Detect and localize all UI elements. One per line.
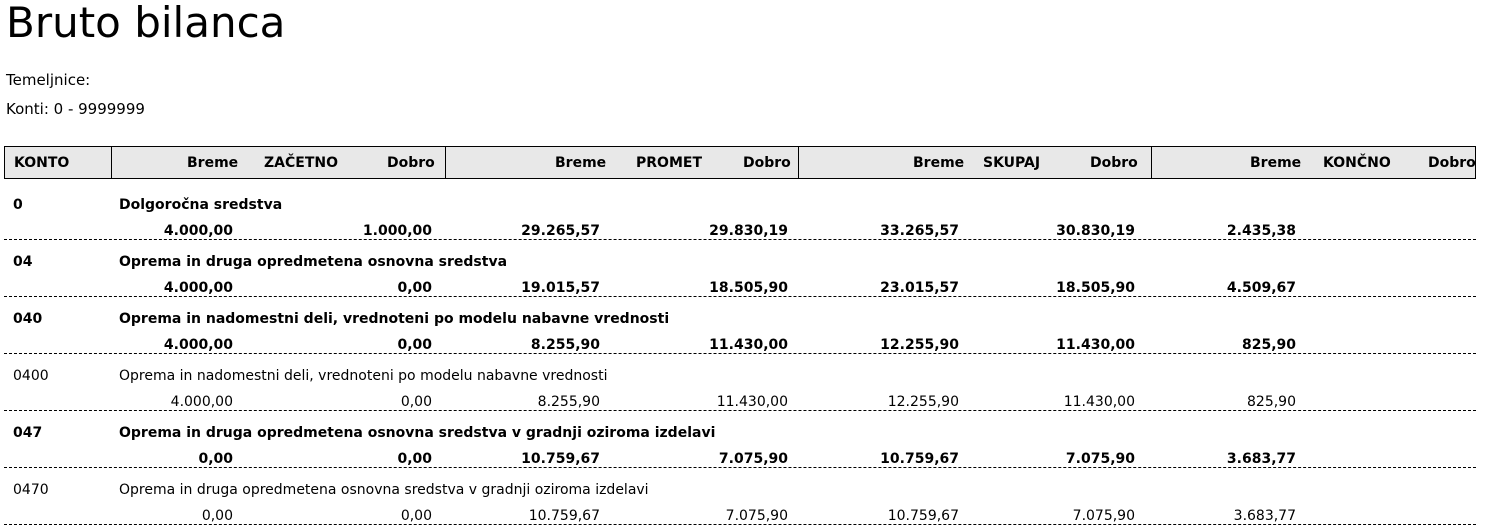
row-skupaj-dobro: 18.505,90 <box>1056 280 1135 296</box>
row-koncno-breme: 3.683,77 <box>1233 508 1296 524</box>
header-zacetno-dobro: Dobro <box>387 155 435 171</box>
row-konto: 0 <box>13 197 23 213</box>
row-konto: 0400 <box>13 368 49 384</box>
row-promet-dobro: 7.075,90 <box>718 451 788 467</box>
row-konto: 0470 <box>13 482 49 498</box>
row-zacetno-dobro: 0,00 <box>400 508 432 524</box>
row-skupaj-dobro: 11.430,00 <box>1063 394 1135 410</box>
table-header: KONTO Breme ZAČETNO Dobro Breme PROMET D… <box>4 146 1476 179</box>
row-zacetno-breme: 0,00 <box>201 508 233 524</box>
header-skupaj-dobro: Dobro <box>1090 155 1138 171</box>
header-konto-cell: KONTO <box>5 147 111 178</box>
row-skupaj-breme: 12.255,90 <box>887 394 959 410</box>
header-skupaj-breme: Breme <box>913 155 965 171</box>
row-promet-breme: 19.015,57 <box>521 280 600 296</box>
row-naziv: Oprema in druga opredmetena osnovna sred… <box>119 425 716 441</box>
row-koncno-breme: 825,90 <box>1241 337 1296 353</box>
row-zacetno-dobro: 0,00 <box>397 337 432 353</box>
row-promet-dobro: 11.430,00 <box>716 394 788 410</box>
row-zacetno-breme: 4.000,00 <box>170 394 233 410</box>
row-naziv: Oprema in druga opredmetena osnovna sred… <box>119 482 649 498</box>
page-title: Bruto bilanca <box>6 0 286 47</box>
table-row: 04 Oprema in druga opredmetena osnovna sr… <box>4 240 1476 297</box>
row-konto: 040 <box>13 311 43 327</box>
row-koncno-breme: 825,90 <box>1247 394 1296 410</box>
row-skupaj-dobro: 7.075,90 <box>1072 508 1135 524</box>
header-koncno-dobro: Dobro <box>1428 155 1476 171</box>
table-row: 0 Dolgoročna sredstva 4.000,00 1.000,00 29.2… <box>4 183 1476 240</box>
row-naziv: Dolgoročna sredstva <box>119 197 283 213</box>
header-zacetno-label: ZAČETNO <box>264 155 338 171</box>
row-zacetno-dobro: 0,00 <box>397 451 432 467</box>
row-zacetno-breme: 4.000,00 <box>163 337 233 353</box>
row-promet-dobro: 7.075,90 <box>725 508 788 524</box>
header-koncno-breme: Breme <box>1250 155 1302 171</box>
header-promet-breme: Breme <box>555 155 607 171</box>
row-naziv: Oprema in nadomestni deli, vrednoteni po… <box>119 311 670 327</box>
row-skupaj-breme: 33.265,57 <box>880 223 959 239</box>
row-skupaj-dobro: 7.075,90 <box>1065 451 1135 467</box>
row-promet-dobro: 18.505,90 <box>709 280 788 296</box>
table-row: 0470 Oprema in druga opredmetena osnovna … <box>4 468 1476 525</box>
row-zacetno-dobro: 0,00 <box>400 394 432 410</box>
header-konto: KONTO <box>14 155 70 171</box>
row-zacetno-dobro: 1.000,00 <box>362 223 432 239</box>
header-koncno-label: KONČNO <box>1323 155 1391 171</box>
row-skupaj-breme: 10.759,67 <box>880 451 959 467</box>
row-zacetno-breme: 4.000,00 <box>163 280 233 296</box>
row-naziv: Oprema in druga opredmetena osnovna sred… <box>119 254 508 270</box>
temeljnice-label: Temeljnice: <box>6 71 91 89</box>
header-koncno-cell: Breme KONČNO Dobro <box>1151 147 1477 178</box>
row-konto: 047 <box>13 425 43 441</box>
row-zacetno-breme: 0,00 <box>198 451 233 467</box>
table-row: 0400 Oprema in nadomestni deli, vrednoten… <box>4 354 1476 411</box>
row-promet-breme: 29.265,57 <box>521 223 600 239</box>
row-skupaj-breme: 12.255,90 <box>880 337 959 353</box>
row-skupaj-breme: 23.015,57 <box>880 280 959 296</box>
row-skupaj-dobro: 30.830,19 <box>1056 223 1135 239</box>
header-skupaj-cell: Breme SKUPAJ Dobro <box>798 147 1151 178</box>
row-koncno-breme: 4.509,67 <box>1226 280 1296 296</box>
row-promet-dobro: 11.430,00 <box>709 337 788 353</box>
table-row: 040 Oprema in nadomestni deli, vrednoteni… <box>4 297 1476 354</box>
header-promet-cell: Breme PROMET Dobro <box>445 147 798 178</box>
row-promet-breme: 8.255,90 <box>537 394 600 410</box>
header-promet-label: PROMET <box>636 155 702 171</box>
table-row: 047 Oprema in druga opredmetena osnovna s… <box>4 411 1476 468</box>
row-promet-breme: 8.255,90 <box>530 337 600 353</box>
row-koncno-breme: 2.435,38 <box>1226 223 1296 239</box>
header-promet-dobro: Dobro <box>743 155 791 171</box>
konti-range: Konti: 0 - 9999999 <box>6 100 145 118</box>
row-skupaj-dobro: 11.430,00 <box>1056 337 1135 353</box>
row-konto: 04 <box>13 254 33 270</box>
row-koncno-breme: 3.683,77 <box>1226 451 1296 467</box>
header-zacetno-cell: Breme ZAČETNO Dobro <box>111 147 445 178</box>
row-zacetno-breme: 4.000,00 <box>163 223 233 239</box>
row-promet-breme: 10.759,67 <box>528 508 600 524</box>
row-promet-breme: 10.759,67 <box>521 451 600 467</box>
row-promet-dobro: 29.830,19 <box>709 223 788 239</box>
row-naziv: Oprema in nadomestni deli, vrednoteni po… <box>119 368 608 384</box>
row-skupaj-breme: 10.759,67 <box>887 508 959 524</box>
row-zacetno-dobro: 0,00 <box>397 280 432 296</box>
header-zacetno-breme: Breme <box>187 155 239 171</box>
header-skupaj-label: SKUPAJ <box>983 155 1041 171</box>
